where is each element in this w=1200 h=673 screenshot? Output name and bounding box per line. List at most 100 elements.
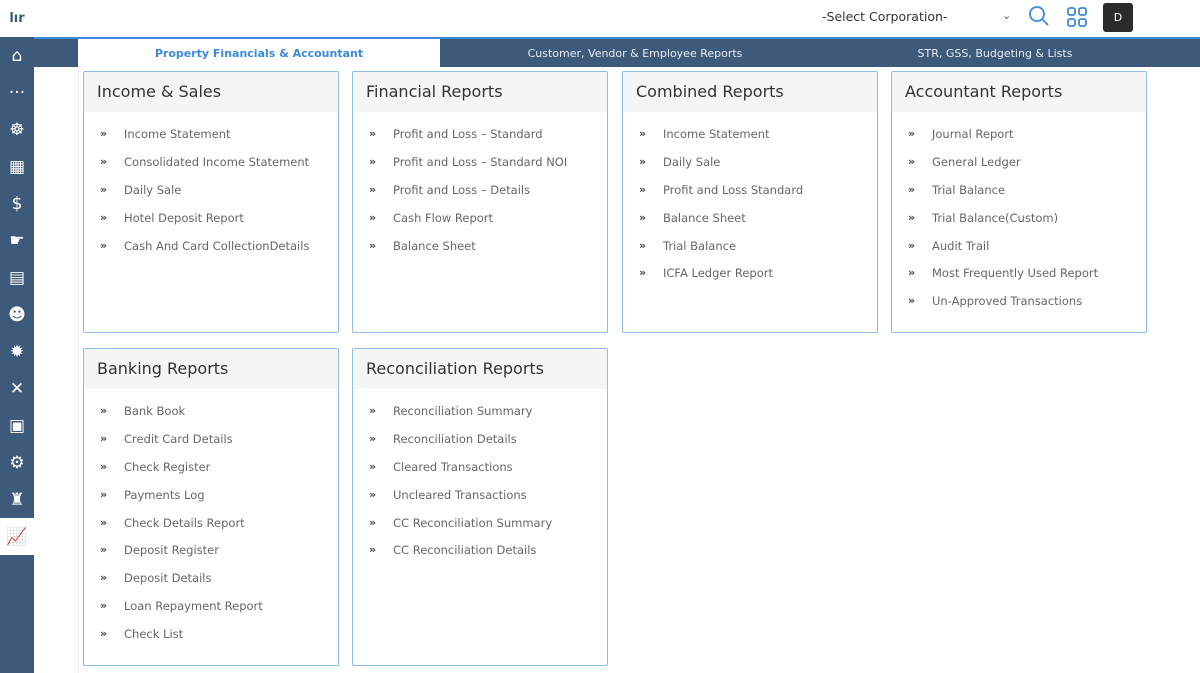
money-bag-icon[interactable]: ♜ bbox=[0, 481, 34, 518]
report-link[interactable]: » Check Details Report bbox=[84, 516, 338, 544]
report-label: Cash Flow Report bbox=[393, 210, 494, 225]
report-link[interactable]: » Audit Trail bbox=[892, 239, 1146, 267]
report-label: Balance Sheet bbox=[393, 238, 476, 253]
gear-people-icon[interactable]: ⚙ bbox=[0, 444, 34, 481]
report-label: Consolidated Income Statement bbox=[124, 154, 310, 169]
tab-str-gss-budgeting[interactable]: STR, GSS, Budgeting & Lists bbox=[830, 39, 1160, 67]
chevron-right-icon: » bbox=[369, 238, 377, 252]
report-link[interactable]: » Profit and Loss – Details bbox=[353, 183, 607, 211]
chevron-right-icon: » bbox=[908, 210, 916, 224]
report-link[interactable]: » Trial Balance(Custom) bbox=[892, 211, 1146, 239]
report-label: Profit and Loss – Standard bbox=[393, 127, 543, 141]
chevron-right-icon: » bbox=[100, 431, 108, 445]
card-title: Financial Reports bbox=[353, 72, 607, 112]
report-list: » Bank Book » Credit Card Details » Check Reg… bbox=[84, 389, 338, 655]
search-icon[interactable] bbox=[1028, 5, 1050, 31]
report-link[interactable]: » Profit and Loss Standard bbox=[623, 183, 877, 211]
report-link[interactable]: » Cleared Transactions bbox=[353, 460, 607, 488]
report-link[interactable]: » Balance Sheet bbox=[353, 239, 607, 267]
report-link[interactable]: » Daily Sale bbox=[623, 155, 877, 183]
tab-customer-vendor-employee[interactable]: Customer, Vendor & Employee Reports bbox=[440, 39, 830, 67]
chevron-right-icon: » bbox=[100, 487, 108, 501]
report-label: Daily Sale bbox=[124, 182, 182, 197]
chevron-down-icon[interactable]: ⌄ bbox=[1002, 9, 1011, 22]
user-dollar-icon[interactable]: ☻ bbox=[0, 296, 34, 333]
app-logo[interactable]: lır bbox=[0, 0, 34, 37]
report-link[interactable]: » Bank Book bbox=[84, 404, 338, 432]
report-link[interactable]: » Income Statement bbox=[623, 127, 877, 155]
chart-growth-icon[interactable]: 📈 bbox=[0, 518, 34, 555]
report-link[interactable]: » Uncleared Transactions bbox=[353, 488, 607, 516]
chevron-right-icon: » bbox=[100, 571, 108, 585]
report-label: Audit Trail bbox=[932, 238, 990, 253]
report-list: » Journal Report » General Ledger » Trial Bal… bbox=[892, 112, 1146, 322]
report-list: » Income Statement » Daily Sale » Profit and … bbox=[623, 112, 877, 294]
chevron-right-icon: » bbox=[908, 154, 916, 168]
report-link[interactable]: » Balance Sheet bbox=[623, 211, 877, 239]
report-label: Check Register bbox=[124, 459, 211, 474]
report-list: » Income Statement » Consolidated Income St… bbox=[84, 112, 338, 266]
report-link[interactable]: » Reconciliation Summary bbox=[353, 404, 607, 432]
user-avatar[interactable]: D bbox=[1103, 3, 1133, 32]
report-link[interactable]: » CC Reconciliation Details bbox=[353, 543, 607, 571]
report-label: General Ledger bbox=[932, 154, 1021, 169]
finance-icon[interactable]: $ bbox=[0, 185, 34, 222]
report-link[interactable]: » ICFA Ledger Report bbox=[623, 266, 877, 294]
report-link[interactable]: » Reconciliation Details bbox=[353, 432, 607, 460]
chevron-right-icon: » bbox=[639, 266, 647, 280]
chevron-right-icon: » bbox=[100, 515, 108, 529]
invoice-icon[interactable]: ▤ bbox=[0, 259, 34, 296]
report-link[interactable]: » Check Register bbox=[84, 460, 338, 488]
more-icon[interactable]: ··· bbox=[0, 74, 34, 111]
report-tabs: Property Financials & Accountant Custome… bbox=[34, 37, 1200, 67]
hand-money-icon[interactable]: ☛ bbox=[0, 222, 34, 259]
report-link[interactable]: » Journal Report bbox=[892, 127, 1146, 155]
report-link[interactable]: » Check List bbox=[84, 627, 338, 655]
chevron-right-icon: » bbox=[369, 404, 377, 417]
report-link[interactable]: » Credit Card Details bbox=[84, 432, 338, 460]
home-icon[interactable]: ⌂ bbox=[0, 37, 34, 74]
report-card: Combined Reports » Income Statement » Daily … bbox=[622, 71, 878, 333]
building-icon[interactable]: ▦ bbox=[0, 148, 34, 185]
report-link[interactable]: » General Ledger bbox=[892, 155, 1146, 183]
document-icon[interactable]: ▣ bbox=[0, 407, 34, 444]
user-settings-icon[interactable]: ☸ bbox=[0, 111, 34, 148]
report-label: Trial Balance(Custom) bbox=[932, 210, 1059, 225]
report-label: Loan Repayment Report bbox=[124, 599, 263, 614]
report-list: » Reconciliation Summary » Reconciliation D… bbox=[353, 389, 607, 571]
report-link[interactable]: » Profit and Loss – Standard NOI bbox=[353, 155, 607, 183]
report-link[interactable]: » Un-Approved Transactions bbox=[892, 294, 1146, 322]
corporation-select[interactable]: -Select Corporation- bbox=[822, 9, 947, 24]
report-link[interactable]: » Deposit Register bbox=[84, 543, 338, 571]
card-title: Combined Reports bbox=[623, 72, 877, 112]
report-link[interactable]: » Trial Balance bbox=[892, 183, 1146, 211]
top-bar bbox=[34, 0, 1200, 37]
report-link[interactable]: » Consolidated Income Statement bbox=[84, 155, 338, 183]
chevron-right-icon: » bbox=[639, 210, 647, 224]
report-link[interactable]: » Payments Log bbox=[84, 488, 338, 516]
report-link[interactable]: » Daily Sale bbox=[84, 183, 338, 211]
tab-property-financials[interactable]: Property Financials & Accountant bbox=[78, 39, 440, 67]
report-link[interactable]: » Trial Balance bbox=[623, 239, 877, 267]
report-link[interactable]: » Profit and Loss – Standard bbox=[353, 127, 607, 155]
report-link[interactable]: » CC Reconciliation Summary bbox=[353, 516, 607, 544]
chevron-right-icon: » bbox=[639, 127, 647, 140]
report-link[interactable]: » Hotel Deposit Report bbox=[84, 211, 338, 239]
report-link[interactable]: » Income Statement bbox=[84, 127, 338, 155]
idea-icon[interactable]: ✹ bbox=[0, 333, 34, 370]
report-link[interactable]: » Cash And Card CollectionDetails bbox=[84, 239, 338, 267]
report-link[interactable]: » Cash Flow Report bbox=[353, 211, 607, 239]
report-label: ICFA Ledger Report bbox=[663, 266, 773, 281]
apps-grid-icon[interactable] bbox=[1066, 6, 1088, 32]
chevron-right-icon: » bbox=[639, 238, 647, 252]
report-link[interactable]: » Most Frequently Used Report bbox=[892, 266, 1146, 294]
card-title: Income & Sales bbox=[84, 72, 338, 112]
report-link[interactable]: » Loan Repayment Report bbox=[84, 599, 338, 627]
report-label: Check List bbox=[124, 627, 184, 642]
report-link[interactable]: » Deposit Details bbox=[84, 571, 338, 599]
sidebar: ⌂ ··· ☸ ▦ $ ☛ ▤ ☻ ✹ ✕ ▣ ⚙ ♜ 📈 bbox=[0, 37, 34, 673]
report-label: Profit and Loss Standard bbox=[663, 182, 804, 197]
chevron-right-icon: » bbox=[639, 154, 647, 168]
tools-icon[interactable]: ✕ bbox=[0, 370, 34, 407]
report-label: Bank Book bbox=[124, 404, 186, 418]
